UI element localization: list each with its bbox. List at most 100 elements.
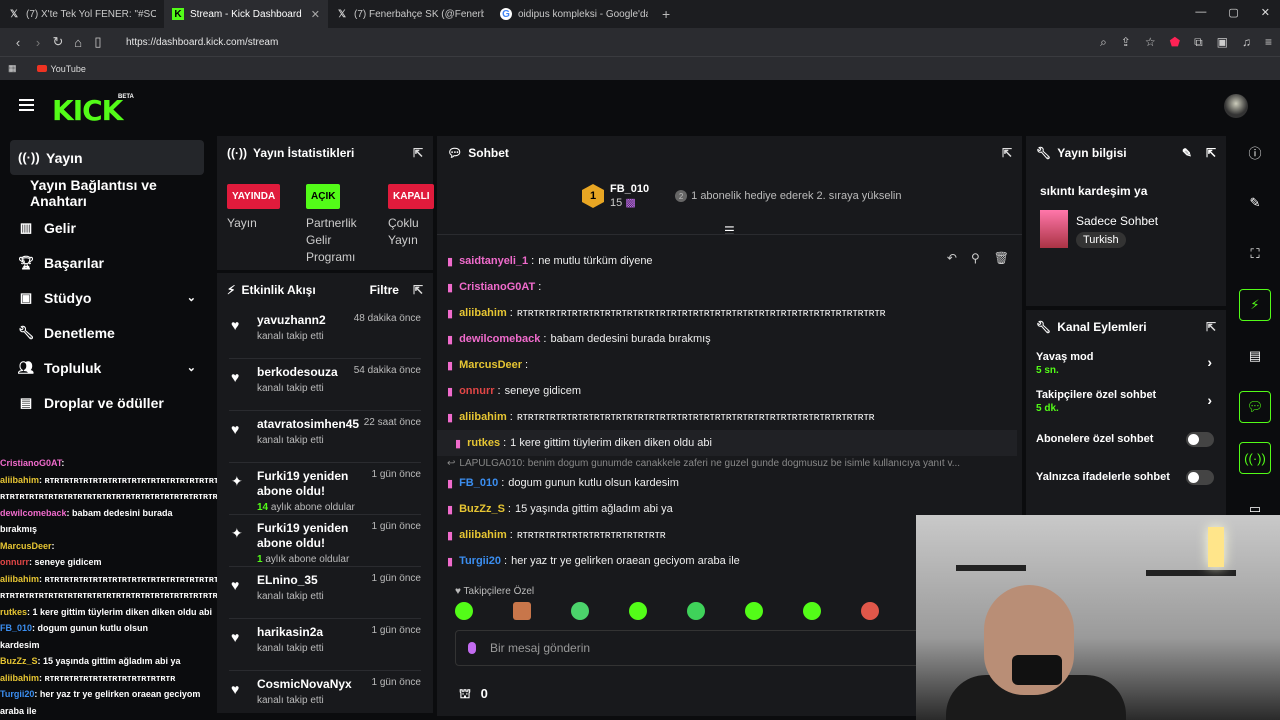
url-input[interactable]: https://dashboard.kick.com/stream <box>126 37 1100 48</box>
chat-icon[interactable]: 💬︎ <box>1239 391 1271 423</box>
chat-username: FB_010 <box>459 477 499 489</box>
chat-text: : ʀᴛʀᴛʀᴛʀᴛʀᴛʀᴛʀᴛʀᴛʀᴛʀᴛʀᴛʀᴛʀᴛʀᴛʀᴛʀᴛʀᴛʀᴛʀᴛ… <box>39 573 228 584</box>
sidebar-item-droplar[interactable]: ▤ Droplar ve ödüller <box>0 385 212 420</box>
month-count: 1 <box>257 554 263 565</box>
brave-shield-icon[interactable]: ⬟ <box>1170 35 1180 50</box>
activity-time: 22 saat önce <box>363 417 421 428</box>
collapse-pinned-icon[interactable]: ☰ <box>724 224 735 238</box>
chat-message[interactable]: ▮ rutkes:1 kere gittim tüylerim diken dik… <box>437 251 1017 456</box>
sidebar-item-stream-key[interactable]: Yayın Bağlantısı ve Anahtarı <box>0 175 212 210</box>
popout-icon[interactable]: ⇱ <box>413 283 423 297</box>
chat-message[interactable]: ▮ CristianoG0AT: <box>447 274 1017 300</box>
wallet-icon[interactable]: ▣ <box>1217 35 1228 50</box>
bolt-icon[interactable]: ⚡︎ <box>1239 289 1271 321</box>
activity-item[interactable]: ✦ Furki19 yeniden abone oldu! 14 aylık abo… <box>229 463 421 515</box>
activity-item[interactable]: ♥ yavuzhann2 kanalı takip etti 48 dakika ön… <box>229 307 421 359</box>
sidebar-item-topluluk[interactable]: 👥︎ Topluluk ⌄ <box>0 350 212 385</box>
chevron-down-icon: ⌄ <box>186 362 196 374</box>
fullscreen-icon[interactable]: ⛶ <box>1239 238 1271 270</box>
chat-message[interactable]: ▮ FB_010: dogum gunun kutlu olsun kardesim <box>447 470 1017 496</box>
activity-item[interactable]: ✦ Furki19 yeniden abone oldu! 1 aylık abon… <box>229 515 421 567</box>
broadcast-icon[interactable]: ((·)) <box>1239 442 1271 474</box>
close-window-icon[interactable]: ✕ <box>1261 6 1270 19</box>
emote[interactable] <box>513 602 531 620</box>
activity-item[interactable]: ♥ berkodesouza kanalı takip etti 54 dakika … <box>229 359 421 411</box>
emote[interactable] <box>803 602 821 620</box>
emote[interactable] <box>571 602 589 620</box>
colon: : <box>538 281 542 293</box>
close-tab-icon[interactable]: ✕ <box>311 8 320 21</box>
user-avatar[interactable] <box>1224 94 1248 118</box>
hamburger-menu-icon[interactable] <box>19 99 34 114</box>
month-count: 14 <box>257 502 269 513</box>
emote[interactable] <box>687 602 705 620</box>
info-icon[interactable]: ⓘ <box>1239 136 1271 168</box>
subscribers-only-toggle[interactable] <box>1186 432 1214 447</box>
pencil-icon[interactable]: ✎ <box>1239 187 1271 219</box>
chat-message[interactable]: ▮ saidtanyeli_1: ne mutlu türküm diyene <box>447 248 1017 274</box>
home-icon[interactable]: ⌂ <box>68 35 88 50</box>
chevron-right-icon: › <box>1207 392 1212 408</box>
activity-item[interactable]: ♥ atavratosimhen45 kanalı takip etti 22 saa… <box>229 411 421 463</box>
chat-message[interactable]: ▮ dewilcomeback: babam dedesini burada bır… <box>447 326 1017 352</box>
sidebar-item-studyo[interactable]: ▣ Stüdyo ⌄ <box>0 280 212 315</box>
popout-icon[interactable]: ⇱ <box>1206 320 1216 334</box>
activity-item[interactable]: ♥ harikasin2a kanalı takip etti 1 gün önce <box>229 619 421 671</box>
popout-icon[interactable]: ⇱ <box>1002 146 1012 160</box>
activity-item[interactable]: ♥ CosmicNovaNyx kanalı takip etti 1 gün önc… <box>229 671 421 713</box>
reply-preview[interactable]: ↩ LAPULGA010: benim dogum gunumde canakke… <box>447 456 1017 470</box>
browser-tab-3[interactable]: 𝕏(7) Fenerbahçe SK (@Fenerbahce) / X <box>328 0 492 28</box>
chat-username: dewilcomeback <box>0 507 67 518</box>
maximize-icon[interactable]: ▢ <box>1228 6 1238 19</box>
document-icon[interactable]: ▤ <box>1239 340 1271 372</box>
media-icon[interactable]: ♫ <box>1242 35 1251 50</box>
browser-tab-1[interactable]: 𝕏(7) X'te Tek Yol FENER: "#SONDAKİKA <box>0 0 164 28</box>
minimize-icon[interactable]: — <box>1195 6 1206 19</box>
sidebar-item-gelir[interactable]: ▥ Gelir <box>0 210 212 245</box>
menu-icon[interactable]: ≡ <box>1265 35 1272 50</box>
forward-icon[interactable]: › <box>28 35 48 50</box>
zoom-icon[interactable]: ⌕ <box>1100 35 1107 50</box>
back-icon[interactable]: ‹ <box>8 35 28 50</box>
browser-tab-2[interactable]: K Stream - Kick Dashboard ✕ <box>164 0 328 28</box>
chat-message[interactable]: ▮ onnurr: seneye gidicem <box>447 378 1017 404</box>
reload-icon[interactable]: ↻ <box>48 34 68 50</box>
chat-username: FB_010 <box>0 623 33 633</box>
setting-label: Takipçilere özel sohbet <box>1036 388 1157 401</box>
new-tab-button[interactable]: + <box>662 6 670 22</box>
channel-points[interactable]: ⛫ 0 <box>459 686 488 704</box>
chat-message[interactable]: ▮ aliibahim: ʀᴛʀᴛʀᴛʀᴛʀᴛʀᴛʀᴛʀᴛʀᴛʀᴛʀᴛʀᴛʀᴛʀᴛʀ… <box>447 300 1017 326</box>
chat-text: : dogum gunun kutlu olsun <box>32 623 149 633</box>
popout-icon[interactable]: ⇱ <box>1206 146 1216 160</box>
emote[interactable] <box>455 602 473 620</box>
emote[interactable] <box>629 602 647 620</box>
activity-sub: kanalı takip etti <box>257 695 421 706</box>
mic-icon[interactable] <box>468 642 476 654</box>
activity-item[interactable]: ♥ ELnino_35 kanalı takip etti 1 gün önce <box>229 567 421 619</box>
bookmark-icon[interactable]: ▯ <box>88 34 108 50</box>
star-icon[interactable]: ☆ <box>1145 35 1156 50</box>
chat-message[interactable]: ▮ MarcusDeer: <box>447 352 1017 378</box>
bookmark-youtube[interactable]: YouTube <box>36 64 86 74</box>
stat-label: Yayın <box>227 216 257 230</box>
share-icon[interactable]: ⇪ <box>1121 35 1131 50</box>
slow-mode-setting[interactable]: Yavaş mod 5 sn. › <box>1036 344 1216 382</box>
apps-grid-icon[interactable]: ▦ <box>8 63 17 74</box>
chat-username: rutkes <box>0 606 28 617</box>
emote[interactable] <box>861 602 879 620</box>
popout-icon[interactable]: ⇱ <box>413 146 423 160</box>
filter-button[interactable]: Filtre <box>370 283 399 297</box>
sidebar-item-basarilar[interactable]: 🏆︎ Başarılar <box>0 245 212 280</box>
chat-message[interactable]: ▮ aliibahim: ʀᴛʀᴛʀᴛʀᴛʀᴛʀᴛʀᴛʀᴛʀᴛʀᴛʀᴛʀᴛʀᴛʀᴛʀ… <box>447 404 1017 430</box>
edit-icon[interactable]: ✎ <box>1182 146 1192 160</box>
extensions-icon[interactable]: ⧉ <box>1194 35 1203 50</box>
emote-only-toggle[interactable] <box>1186 470 1214 485</box>
followers-only-setting[interactable]: Takipçilere özel sohbet 5 dk. › <box>1036 382 1216 420</box>
sidebar-item-denetleme[interactable]: 🔧︎ Denetleme <box>0 315 212 350</box>
user-badge-icon: ▮ <box>447 385 454 398</box>
emote[interactable] <box>745 602 763 620</box>
sidebar-item-yayin[interactable]: ((·)) Yayın <box>10 140 204 175</box>
activity-sub: kanalı takip etti <box>257 383 421 394</box>
browser-tab-4[interactable]: Goidipus kompleksi - Google'da Ara <box>492 0 656 28</box>
kick-logo[interactable]: KICK <box>52 94 123 127</box>
